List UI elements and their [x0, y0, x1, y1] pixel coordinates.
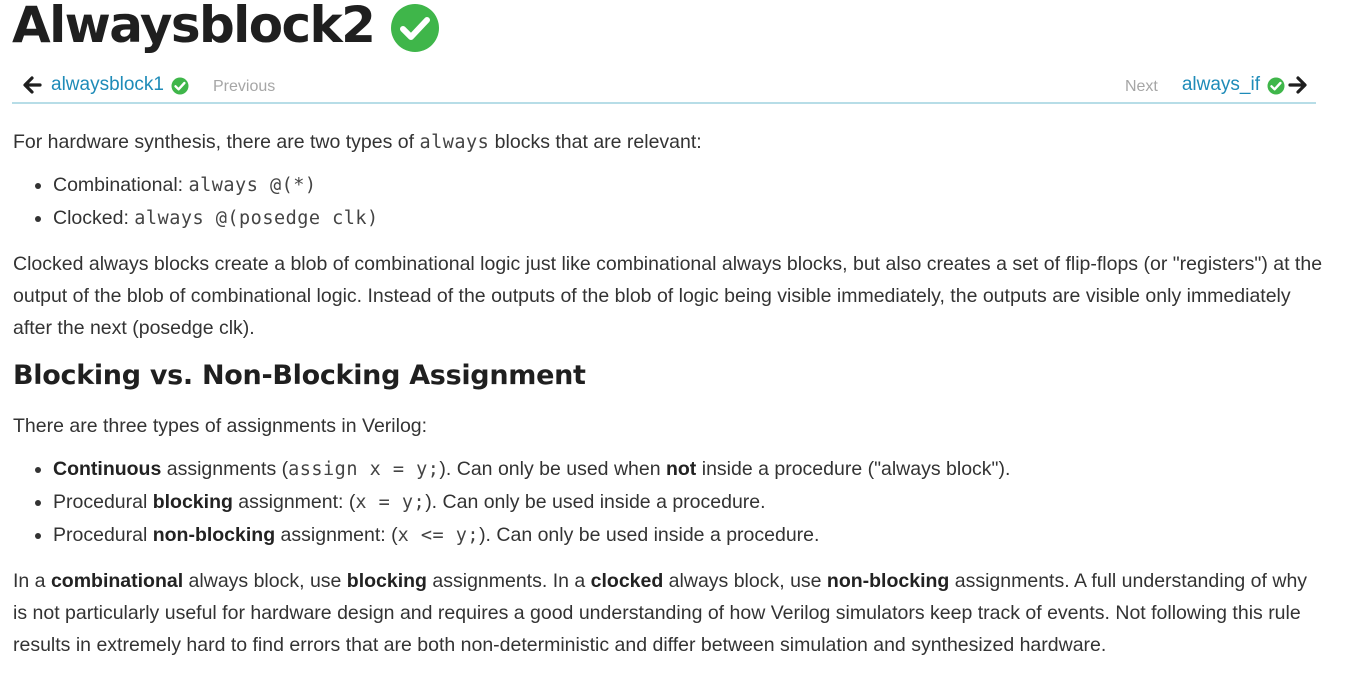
section-heading: Blocking vs. Non-Blocking Assignment — [13, 360, 586, 391]
inline-code: x <= y; — [397, 525, 480, 546]
rule-paragraph: In a combinational always block, use blo… — [13, 565, 1313, 661]
next-problem-nav: Next always_if — [1125, 74, 1308, 96]
page-title-text: Alwaysblock2 — [12, 0, 376, 54]
text: always block, use — [663, 570, 827, 592]
text: ). Can only be used when — [439, 458, 666, 480]
text: Procedural — [53, 491, 153, 513]
text: assignment: ( — [275, 524, 398, 546]
previous-problem-link[interactable]: alwaysblock1 — [51, 74, 164, 96]
arrow-right-icon[interactable] — [1288, 75, 1308, 95]
page-title: Alwaysblock2 — [12, 0, 440, 54]
text: assignment: ( — [232, 491, 356, 513]
bold-text: blocking — [346, 570, 427, 592]
intro-text: For hardware synthesis, there are two ty… — [13, 131, 420, 153]
text: inside a procedure ("always block"). — [696, 458, 1011, 480]
previous-problem-nav: alwaysblock1 Previous — [22, 74, 275, 96]
always-types-list: Combinational: always @(*) Clocked: alwa… — [13, 169, 379, 235]
list-item: Clocked: always @(posedge clk) — [53, 202, 379, 235]
intro-text: blocks that are relevant: — [489, 131, 702, 153]
check-circle-icon — [171, 77, 189, 94]
problem-navigation: alwaysblock1 Previous Next always_if — [12, 68, 1316, 104]
inline-code: always @(posedge clk) — [134, 208, 379, 229]
next-problem-link[interactable]: always_if — [1182, 74, 1260, 96]
check-circle-icon — [1267, 77, 1285, 94]
bold-text: blocking — [152, 491, 233, 513]
clocked-description: Clocked always blocks create a blob of c… — [13, 253, 1323, 339]
list-item: Continuous assignments (assign x = y;). … — [53, 453, 1010, 486]
inline-code: always — [419, 132, 490, 153]
text: assignments. In a — [426, 570, 591, 592]
assignment-types-list: Continuous assignments (assign x = y;). … — [13, 453, 1010, 552]
bold-text: non-blocking — [152, 524, 276, 546]
bold-text: non-blocking — [826, 570, 950, 592]
previous-hint: Previous — [213, 77, 276, 95]
inline-code: always @(*) — [188, 175, 317, 196]
bold-text: combinational — [50, 570, 184, 592]
next-hint: Next — [1124, 77, 1158, 95]
text: ). Can only be used inside a procedure. — [425, 491, 766, 513]
list-item: Procedural blocking assignment: (x = y;)… — [53, 486, 1010, 519]
list-item-label: Combinational: — [53, 174, 189, 196]
list-item-label: Clocked: — [53, 207, 135, 229]
text: assignments ( — [161, 458, 289, 480]
text: Procedural — [53, 524, 153, 546]
text: always block, use — [183, 570, 347, 592]
inline-code: assign x = y; — [288, 459, 440, 480]
bold-text: clocked — [590, 570, 664, 592]
bold-text: Continuous — [53, 458, 162, 480]
list-item: Combinational: always @(*) — [53, 169, 379, 202]
bold-text: not — [665, 458, 697, 480]
section-intro: There are three types of assignments in … — [13, 415, 428, 437]
arrow-left-icon[interactable] — [22, 75, 42, 95]
intro-paragraph: For hardware synthesis, there are two ty… — [13, 126, 702, 159]
list-item: Procedural non-blocking assignment: (x <… — [53, 519, 1010, 552]
text: In a — [13, 570, 51, 592]
text: ). Can only be used inside a procedure. — [479, 524, 820, 546]
inline-code: x = y; — [355, 492, 426, 513]
check-circle-icon — [391, 4, 440, 52]
page: Alwaysblock2 alwaysblock1 Previous Next … — [0, 0, 1352, 687]
